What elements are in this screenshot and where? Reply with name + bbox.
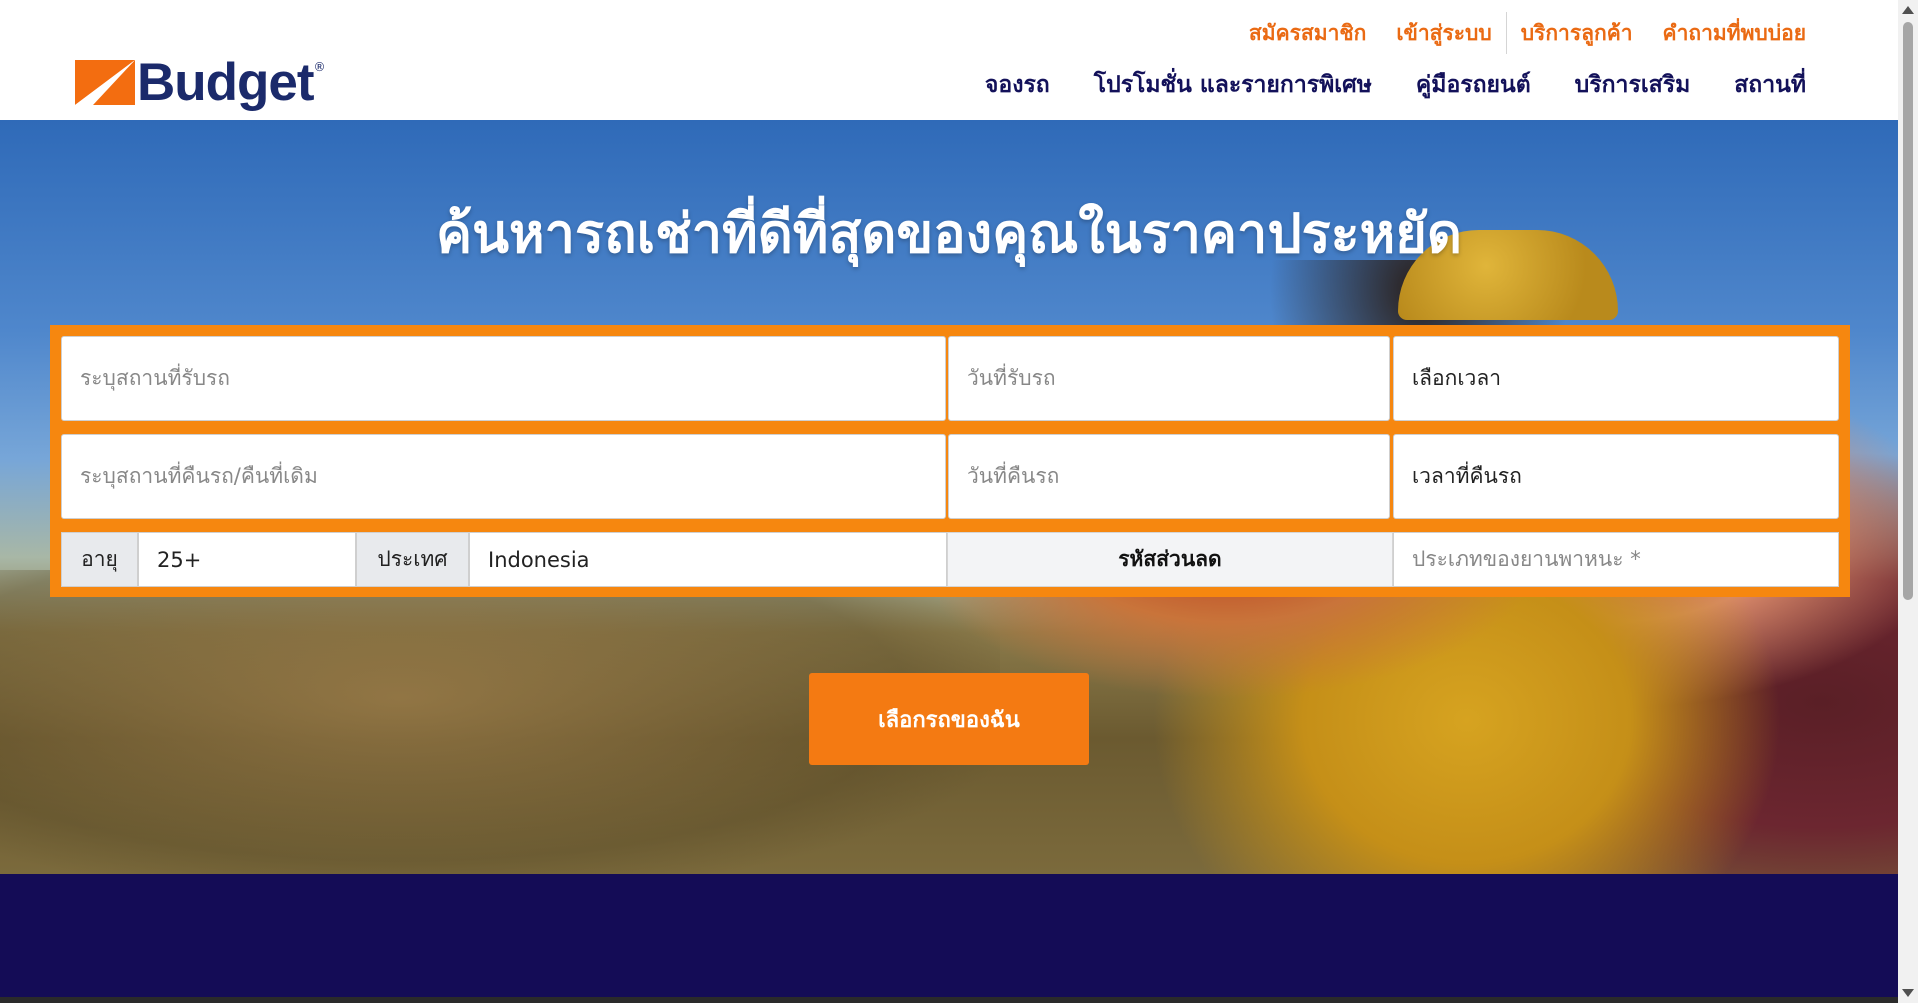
content-band [0, 874, 1898, 997]
budget-logo[interactable]: Budget ® [75, 56, 326, 109]
page-scrollbar[interactable] [1898, 0, 1918, 1003]
country-select[interactable]: Indonesia [469, 532, 947, 587]
nav-item-car-guide[interactable]: คู่มือรถยนต์ [1416, 67, 1531, 103]
age-select[interactable]: 25+ [138, 532, 356, 587]
select-my-car-button[interactable]: เลือกรถของฉัน [809, 673, 1089, 765]
hero-title: ค้นหารถเช่าที่ดีที่สุดของคุณในราคาประหยั… [436, 202, 1462, 265]
nav-item-extras[interactable]: บริการเสริม [1575, 67, 1691, 103]
site-header: Budget ® สมัครสมาชิก เข้าสู่ระบบ บริการล… [0, 0, 1898, 120]
utility-links: สมัครสมาชิก เข้าสู่ระบบ บริการลูกค้า คำถ… [1219, 12, 1806, 54]
pickup-location-input[interactable]: ระบุสถานที่รับรถ [61, 336, 946, 421]
age-label: อายุ [61, 532, 138, 587]
signup-link[interactable]: สมัครสมาชิก [1249, 17, 1366, 50]
vehicle-type-select[interactable]: ประเภทของยานพาหนะ * [1393, 532, 1839, 587]
country-label: ประเทศ [356, 532, 469, 587]
scroll-down-arrow-icon[interactable] [1902, 989, 1914, 997]
budget-logo-icon [75, 60, 135, 105]
return-date-input[interactable]: วันที่คืนรถ [948, 434, 1390, 519]
return-time-select[interactable]: เวลาที่คืนรถ [1393, 434, 1839, 519]
nav-item-locations[interactable]: สถานที่ [1734, 67, 1806, 103]
main-nav: จองรถ โปรโมชั่น และรายการพิเศษ คู่มือรถย… [941, 67, 1806, 103]
brand-name: Budget [137, 53, 315, 112]
faq-link[interactable]: คำถามที่พบบ่อย [1663, 17, 1806, 50]
scrollbar-thumb[interactable] [1903, 22, 1913, 600]
promo-code-button[interactable]: รหัสส่วนลด [947, 532, 1393, 587]
login-link[interactable]: เข้าสู่ระบบ [1396, 17, 1491, 50]
pickup-time-select[interactable]: เลือกเวลา [1393, 336, 1839, 421]
search-form: ระบุสถานที่รับรถ วันที่รับรถ เลือกเวลา ร… [50, 325, 1850, 597]
divider [1505, 12, 1507, 54]
return-location-input[interactable]: ระบุสถานที่คืนรถ/คืนที่เดิม [61, 434, 946, 519]
registered-mark: ® [313, 60, 326, 74]
window-bottom-edge [0, 997, 1898, 1003]
nav-item-promotions[interactable]: โปรโมชั่น และรายการพิเศษ [1094, 67, 1372, 103]
nav-item-reservations[interactable]: จองรถ [985, 67, 1050, 103]
pickup-date-input[interactable]: วันที่รับรถ [948, 336, 1390, 421]
customer-service-link[interactable]: บริการลูกค้า [1521, 17, 1633, 50]
scroll-up-arrow-icon[interactable] [1902, 6, 1914, 14]
